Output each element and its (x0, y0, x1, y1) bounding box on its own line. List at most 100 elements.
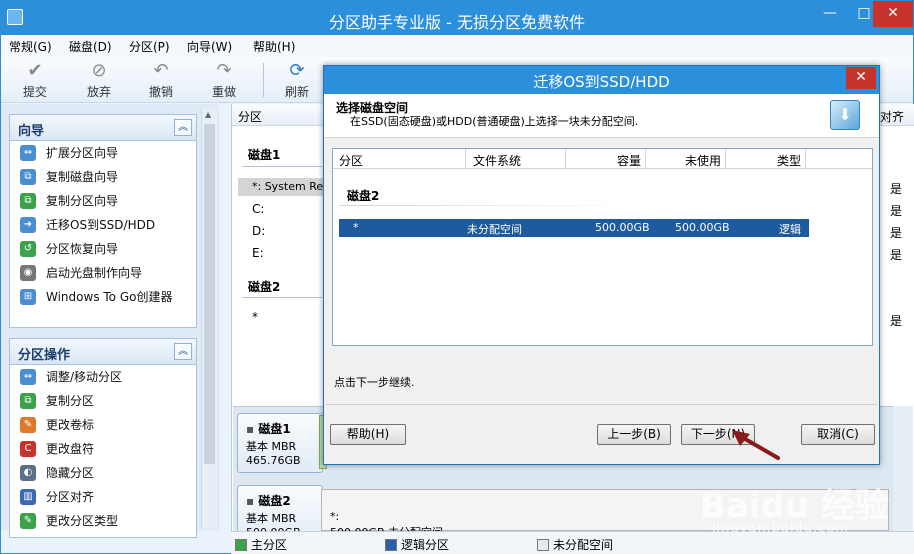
align-icon: ▥ (20, 489, 36, 505)
partition-ops-group: 分区操作 ︽ ⇔ 调整/移动分区 ⧉ 复制分区 ✎ 更改卷标 C 更改盘符 ◐ 隐藏分区 … (9, 338, 197, 538)
row-partition: * (353, 221, 359, 234)
disk-map-scrollbar[interactable] (893, 406, 913, 531)
partition-row-d[interactable]: D: (252, 224, 265, 238)
scroll-thumb[interactable] (204, 124, 215, 464)
redo-button[interactable]: ↷ 重做 (200, 61, 248, 100)
align-value: 是 (890, 314, 903, 328)
op-change-letter[interactable]: C 更改盘符 (10, 437, 196, 461)
align-value: 是 (890, 226, 903, 240)
wizard-item-label: 启动光盘制作向导 (46, 266, 143, 280)
column-type[interactable]: 类型 (777, 152, 801, 169)
partition-ops-header[interactable]: 分区操作 ︽ (10, 339, 196, 365)
wizard-item-label: 复制磁盘向导 (46, 170, 119, 184)
partition-row-e[interactable]: E: (252, 246, 264, 260)
previous-button[interactable]: 上一步(B) (597, 424, 671, 445)
unallocated-swatch (537, 539, 549, 551)
column-filesystem[interactable]: 文件系统 (473, 152, 521, 169)
wizard-group: 向导 ︽ ⇔ 扩展分区向导 ⧉ 复制磁盘向导 ⧉ 复制分区向导 ➜ 迁移OS到SSD/H… (9, 114, 197, 328)
table-row[interactable]: * 未分配空间 500.00GB 500.00GB 逻辑 (339, 219, 809, 237)
legend-logical: 逻辑分区 (385, 536, 449, 553)
discard-button[interactable]: ⊘ 放弃 (75, 61, 123, 100)
disk1-heading: 磁盘1 (248, 148, 281, 162)
migrate-icon: ➜ (20, 217, 36, 233)
menu-partition[interactable]: 分区(P) (129, 38, 170, 55)
divider (242, 166, 322, 167)
legend-unallocated-label: 未分配空间 (553, 538, 614, 552)
wizard-item-recovery[interactable]: ↺ 分区恢复向导 (10, 237, 196, 261)
column-capacity[interactable]: 容量 (617, 152, 641, 169)
disk2-heading: 磁盘2 (248, 280, 281, 294)
partition-row-c[interactable]: C: (252, 202, 264, 216)
op-hide-partition[interactable]: ◐ 隐藏分区 (10, 461, 196, 485)
op-label: 复制分区 (46, 394, 95, 408)
divider (242, 297, 322, 298)
type-icon: ✎ (20, 513, 36, 529)
collapse-icon[interactable]: ︽ (174, 119, 192, 136)
op-label: 调整/移动分区 (46, 370, 123, 384)
op-label: 隐藏分区 (46, 466, 95, 480)
left-scrollbar[interactable]: ▲ (201, 108, 217, 528)
wizard-item-label: 扩展分区向导 (46, 146, 119, 160)
apply-label: 提交 (22, 85, 47, 99)
disk1-map[interactable]: ▪ 磁盘1 基本 MBR 465.76GB (237, 413, 323, 473)
op-change-type[interactable]: ✎ 更改分区类型 (10, 509, 196, 533)
partition-ops-title: 分区操作 (18, 348, 71, 363)
dialog-hint: 点击下一步继续. (334, 376, 415, 389)
wizard-item-label: Windows To Go创建器 (46, 290, 173, 304)
op-align-partition[interactable]: ▥ 分区对齐 (10, 485, 196, 509)
column-partition[interactable]: 分区 (238, 108, 262, 125)
legend-logical-label: 逻辑分区 (401, 538, 450, 552)
undo-icon: ↶ (153, 60, 169, 81)
dialog-close-button[interactable]: ✕ (846, 67, 876, 89)
column-align[interactable]: 对齐 (880, 108, 904, 125)
wizard-group-header[interactable]: 向导 ︽ (10, 115, 196, 141)
op-change-label[interactable]: ✎ 更改卷标 (10, 413, 196, 437)
wizard-item-bootable-cd[interactable]: ◉ 启动光盘制作向导 (10, 261, 196, 285)
collapse-icon[interactable]: ︽ (174, 343, 192, 360)
disk2-part-letter: *: (330, 510, 340, 523)
apply-button[interactable]: ✔ 提交 (11, 61, 59, 100)
wizard-item-label: 分区恢复向导 (46, 242, 119, 256)
disk1-map-name: ▪ 磁盘1 (246, 420, 291, 437)
wizard-item-windows-to-go[interactable]: ⊞ Windows To Go创建器 (10, 285, 196, 309)
migrate-os-dialog: 迁移OS到SSD/HDD ✕ 选择磁盘空间 在SSD(固态硬盘)或HDD(普通硬… (323, 65, 880, 465)
column-partition[interactable]: 分区 (339, 152, 363, 169)
divider (326, 404, 877, 405)
partition-row-unallocated[interactable]: * (252, 310, 258, 324)
scroll-up-icon[interactable]: ▲ (205, 110, 211, 119)
undo-button[interactable]: ↶ 撤销 (137, 61, 185, 100)
wizard-item-label: 迁移OS到SSD/HDD (46, 218, 156, 232)
wizard-item-copy-partition[interactable]: ⧉ 复制分区向导 (10, 189, 196, 213)
wizard-item-extend[interactable]: ⇔ 扩展分区向导 (10, 141, 196, 165)
disk-icon: ▪ (246, 422, 255, 436)
refresh-button[interactable]: ⟳ 刷新 (273, 61, 321, 100)
align-value: 是 (890, 248, 903, 262)
close-button[interactable]: ✕ (873, 1, 913, 27)
op-resize-move[interactable]: ⇔ 调整/移动分区 (10, 365, 196, 389)
drive-letter-icon: C (20, 441, 36, 457)
menu-general[interactable]: 常规(G) (9, 38, 52, 55)
dialog-title: 迁移OS到SSD/HDD (533, 73, 670, 91)
minimize-button[interactable]: — (813, 1, 847, 27)
row-unused: 500.00GB (675, 221, 730, 234)
cancel-button[interactable]: 取消(C) (801, 424, 875, 445)
menu-wizard[interactable]: 向导(W) (187, 38, 232, 55)
wizard-item-label: 复制分区向导 (46, 194, 119, 208)
left-panel: 向导 ︽ ⇔ 扩展分区向导 ⧉ 复制磁盘向导 ⧉ 复制分区向导 ➜ 迁移OS到SSD/H… (1, 104, 219, 538)
wizard-item-copy-disk[interactable]: ⧉ 复制磁盘向导 (10, 165, 196, 189)
column-unused[interactable]: 未使用 (685, 152, 721, 169)
help-button[interactable]: 帮助(H) (330, 424, 406, 445)
copy-icon: ⧉ (20, 393, 36, 409)
copy-partition-icon: ⧉ (20, 193, 36, 209)
op-label: 更改盘符 (46, 442, 95, 456)
column-separator (565, 149, 566, 168)
discard-label: 放弃 (86, 85, 111, 99)
primary-swatch (235, 539, 247, 551)
wizard-item-migrate-os[interactable]: ➜ 迁移OS到SSD/HDD (10, 213, 196, 237)
migrate-disk-icon: ⬇ (830, 100, 860, 130)
op-copy-partition[interactable]: ⧉ 复制分区 (10, 389, 196, 413)
menu-help[interactable]: 帮助(H) (253, 38, 295, 55)
baidu-watermark: Baidu 经验 (700, 486, 889, 526)
extend-icon: ⇔ (20, 145, 36, 161)
menu-disk[interactable]: 磁盘(D) (69, 38, 112, 55)
